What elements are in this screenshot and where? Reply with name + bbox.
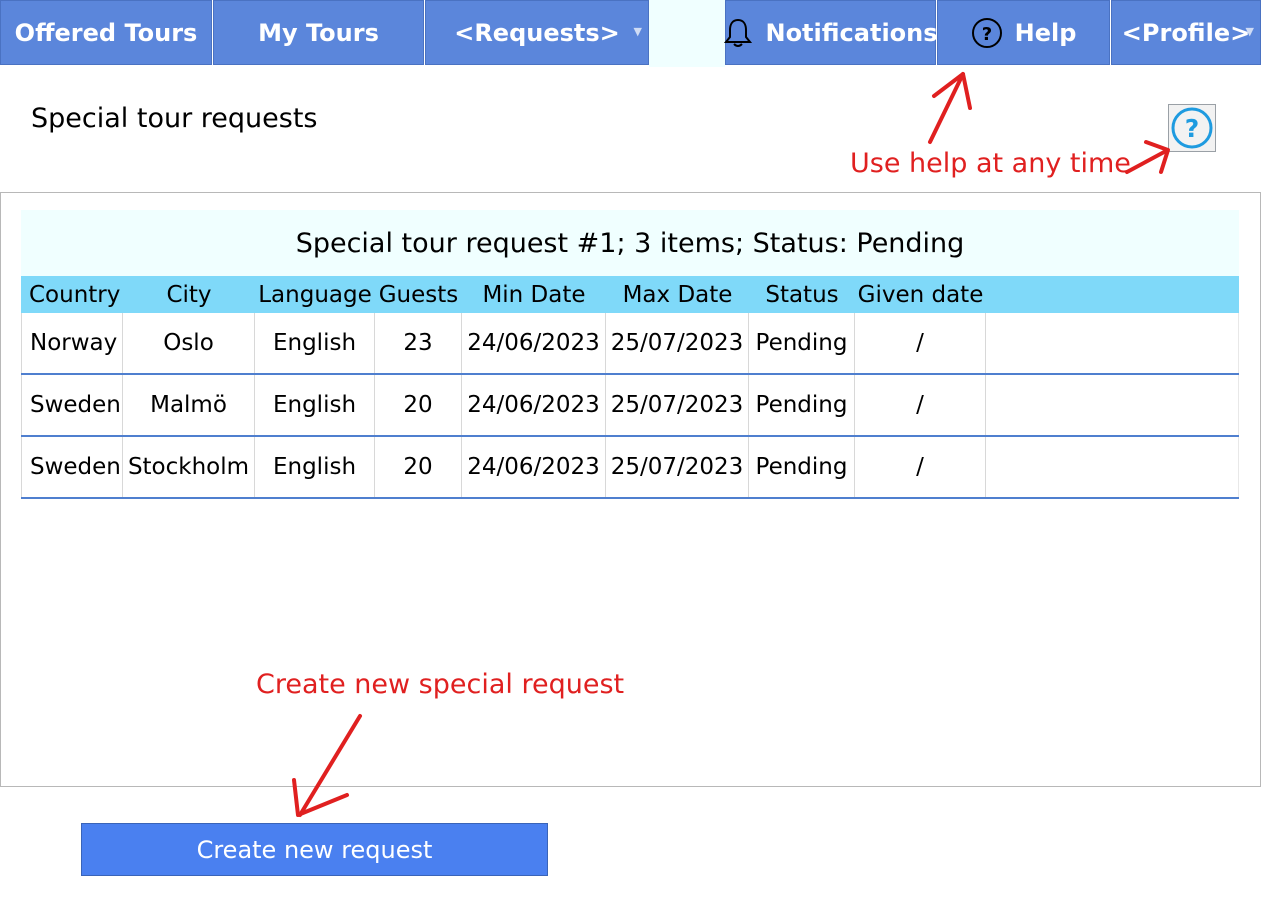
cell-language: English (255, 375, 375, 435)
request-title: Special tour request #1; 3 items; Status… (21, 210, 1239, 276)
cell-max-date: 25/07/2023 (606, 375, 749, 435)
cell-city: Oslo (123, 313, 255, 373)
cell-status: Pending (749, 375, 855, 435)
cell-given-date: / (855, 313, 986, 373)
nav-my-tours-label: My Tours (258, 18, 379, 47)
table-row[interactable]: Sweden Malmö English 20 24/06/2023 25/07… (21, 375, 1239, 437)
column-header-country: Country (29, 281, 121, 308)
nav-help[interactable]: ? Help (937, 0, 1110, 65)
nav-notifications[interactable]: Notifications (723, 0, 938, 65)
cell-given-date: / (855, 437, 986, 497)
nav-requests-dropdown[interactable]: <Requests> ▼ (425, 0, 649, 65)
question-circle-icon: ? (1171, 107, 1213, 149)
chevron-down-icon: ▼ (633, 25, 642, 38)
nav-requests-label: <Requests> (454, 18, 620, 47)
table-row[interactable]: Sweden Stockholm English 20 24/06/2023 2… (21, 437, 1239, 499)
page-title: Special tour requests (31, 103, 318, 134)
column-header-given-date: Given date (857, 281, 984, 308)
nav-notifications-label: Notifications (765, 18, 938, 47)
question-circle-icon: ? (971, 17, 1003, 49)
arrow-to-help-nav (928, 72, 965, 144)
nav-my-tours[interactable]: My Tours (213, 0, 424, 65)
cell-country: Sweden (21, 437, 123, 497)
request-table-body: Norway Oslo English 23 24/06/2023 25/07/… (21, 313, 1239, 499)
column-header-status: Status (765, 281, 839, 308)
cell-max-date: 25/07/2023 (606, 437, 749, 497)
column-header-max-date: Max Date (622, 281, 733, 308)
help-hint-annotation: Use help at any time (850, 148, 1131, 179)
svg-text:?: ? (981, 24, 991, 45)
create-new-request-label: Create new request (196, 835, 433, 864)
nav-offered-tours[interactable]: Offered Tours (0, 0, 212, 65)
help-button[interactable]: ? (1168, 104, 1216, 152)
column-header-guests: Guests (378, 281, 459, 308)
cell-given-date: / (855, 375, 986, 435)
cell-min-date: 24/06/2023 (462, 437, 606, 497)
column-header-min-date: Min Date (482, 281, 586, 308)
bell-icon (723, 17, 753, 49)
nav-profile-dropdown[interactable]: <Profile> ▼ (1111, 0, 1261, 65)
cell-country: Sweden (21, 375, 123, 435)
top-navigation: Offered Tours My Tours <Requests> ▼ Noti… (0, 0, 1261, 67)
nav-offered-tours-label: Offered Tours (14, 18, 198, 47)
table-row[interactable]: Norway Oslo English 23 24/06/2023 25/07/… (21, 313, 1239, 375)
cell-status: Pending (749, 437, 855, 497)
column-header-city: City (166, 281, 212, 308)
cell-guests: 20 (375, 437, 462, 497)
cell-min-date: 24/06/2023 (462, 375, 606, 435)
cell-guests: 20 (375, 375, 462, 435)
cell-city: Stockholm (123, 437, 255, 497)
chevron-down-icon: ▼ (1245, 25, 1254, 38)
request-title-text: Special tour request #1; 3 items; Status… (295, 227, 965, 259)
cell-language: English (255, 437, 375, 497)
arrow-to-help-nav-head (932, 72, 972, 110)
svg-text:?: ? (1185, 114, 1200, 143)
cell-status: Pending (749, 313, 855, 373)
cell-language: English (255, 313, 375, 373)
column-header-language: Language (258, 281, 372, 308)
nav-help-label: Help (1014, 18, 1077, 47)
arrow-to-help-button (1125, 149, 1168, 174)
cell-empty (986, 375, 1239, 435)
cell-max-date: 25/07/2023 (606, 313, 749, 373)
cell-guests: 23 (375, 313, 462, 373)
create-new-request-button[interactable]: Create new request (81, 823, 548, 876)
cell-country: Norway (21, 313, 123, 373)
cell-min-date: 24/06/2023 (462, 313, 606, 373)
cell-city: Malmö (123, 375, 255, 435)
arrow-to-help-button-head (1144, 140, 1170, 174)
cell-empty (986, 437, 1239, 497)
nav-profile-label: <Profile> (1121, 18, 1251, 47)
table-header: Country City Language Guests Min Date Ma… (21, 276, 1239, 313)
cell-empty (986, 313, 1239, 373)
nav-spacer (649, 0, 725, 67)
create-hint-annotation: Create new special request (256, 669, 625, 700)
